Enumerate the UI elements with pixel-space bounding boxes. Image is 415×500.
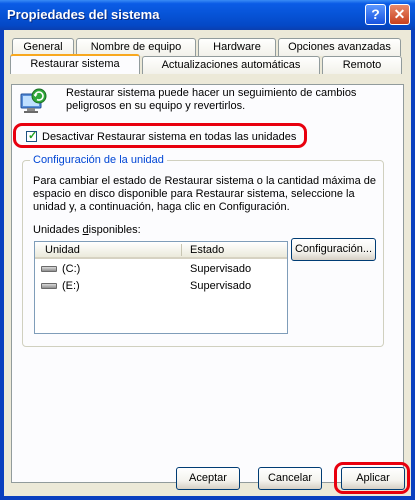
hard-drive-icon — [41, 283, 57, 289]
drive-settings-title: Configuración de la unidad — [30, 153, 167, 167]
tab-opciones-avanzadas[interactable]: Opciones avanzadas — [278, 38, 401, 56]
check-icon: ✓ — [28, 130, 38, 142]
available-units-label: Unidades disponibles: — [33, 224, 141, 236]
drive-row[interactable]: (E:) Supervisado — [35, 278, 287, 294]
drive-status: Supervisado — [190, 280, 252, 292]
disable-restore-label: Desactivar Restaurar sistema en todas la… — [42, 131, 297, 143]
help-button[interactable]: ? — [365, 4, 386, 25]
column-separator — [181, 244, 182, 256]
window-title: Propiedades del sistema — [7, 7, 160, 22]
tab-hardware[interactable]: Hardware — [198, 38, 276, 56]
drives-list[interactable]: Unidad Estado (C:) Supervisado (E:) Supe… — [34, 241, 288, 334]
system-restore-icon — [20, 88, 47, 113]
tab-remoto[interactable]: Remoto — [322, 56, 402, 74]
cancel-button[interactable]: Cancelar — [258, 467, 322, 490]
drive-name: (C:) — [62, 263, 81, 275]
drive-name: (E:) — [62, 280, 80, 292]
system-properties-window: Propiedades del sistema ? ✕ General Nomb… — [0, 0, 415, 500]
drive-row[interactable]: (C:) Supervisado — [35, 261, 287, 277]
configuration-button[interactable]: Configuración... — [291, 238, 376, 261]
list-header: Unidad Estado — [35, 242, 287, 259]
drive-settings-description: Para cambiar el estado de Restaurar sist… — [33, 175, 377, 213]
drive-status: Supervisado — [190, 263, 252, 275]
accept-button[interactable]: Aceptar — [176, 467, 240, 490]
tab-actualizaciones-automaticas[interactable]: Actualizaciones automáticas — [142, 56, 320, 74]
title-bar[interactable]: Propiedades del sistema ? ✕ — [0, 0, 415, 30]
column-header-status[interactable]: Estado — [190, 243, 224, 257]
hard-drive-icon — [41, 266, 57, 272]
restore-description: Restaurar sistema puede hacer un seguimi… — [66, 87, 357, 112]
apply-button[interactable]: Aplicar — [341, 467, 405, 490]
disable-restore-checkbox[interactable]: ✓ — [26, 130, 38, 142]
tab-restaurar-sistema[interactable]: Restaurar sistema — [10, 54, 140, 74]
column-header-unit[interactable]: Unidad — [45, 243, 80, 257]
close-button[interactable]: ✕ — [389, 4, 410, 25]
